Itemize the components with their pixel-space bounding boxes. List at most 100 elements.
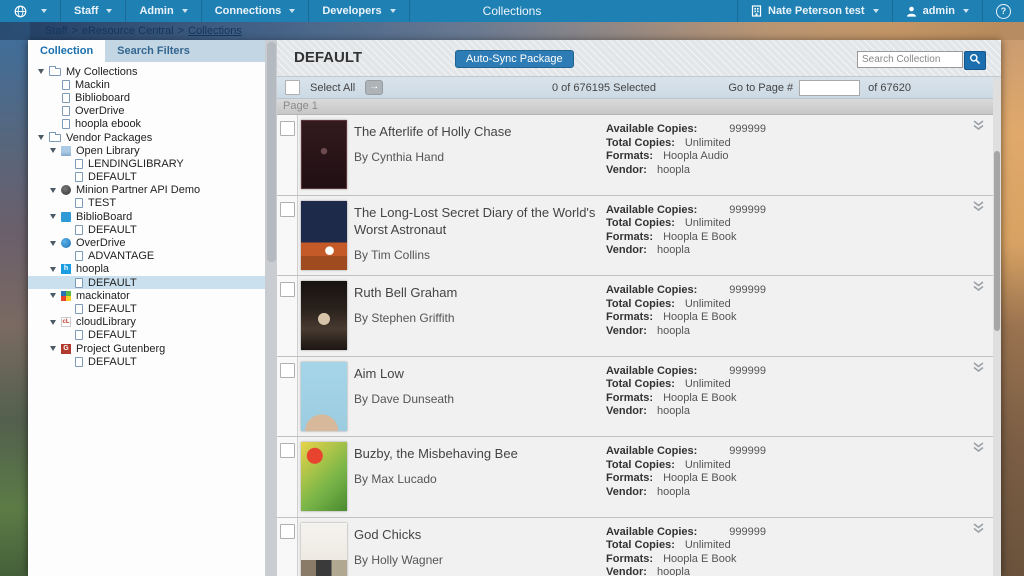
book-cover xyxy=(301,522,347,576)
main-scrollbar-thumb[interactable] xyxy=(994,151,1000,331)
breadcrumb-staff[interactable]: Staff xyxy=(45,25,67,37)
expand-chevron-icon[interactable] xyxy=(972,279,985,297)
tree-item-vendor-packages[interactable]: Vendor Packages xyxy=(28,131,265,144)
tree-item-minion-partner[interactable]: Minion Partner API Demo xyxy=(28,184,265,197)
tree-item-default-openlibrary[interactable]: DEFAULT xyxy=(28,171,265,184)
chevron-down-icon xyxy=(106,9,113,13)
tree-item-mackin[interactable]: Mackin xyxy=(28,78,265,91)
tree-item-biblioboard-vendor[interactable]: BiblioBoard xyxy=(28,210,265,223)
selected-summary: 0 of 676195 Selected xyxy=(552,81,656,94)
expand-chevron-icon[interactable] xyxy=(972,521,985,539)
page-divider: Page 1 xyxy=(277,99,1001,115)
menu-developers[interactable]: Developers xyxy=(309,0,410,22)
tree-item-test[interactable]: TEST xyxy=(28,197,265,210)
tree-item-biblioboard-coll[interactable]: Biblioboard xyxy=(28,91,265,104)
tree-item-default-hoopla-selected[interactable]: DEFAULT xyxy=(28,276,265,290)
collection-tree: My Collections Mackin Biblioboard OverDr… xyxy=(28,62,265,368)
expand-arrow-icon[interactable] xyxy=(50,293,56,299)
tree-item-default-mackinator[interactable]: DEFAULT xyxy=(28,302,265,315)
row-checkbox[interactable] xyxy=(280,443,295,458)
user-menu[interactable]: admin xyxy=(891,0,982,22)
book-row: The Long-Lost Secret Diary of the World'… xyxy=(277,195,1001,276)
tree-item-project-gutenberg[interactable]: Project Gutenberg xyxy=(28,342,265,355)
tree-item-default-cloudlibrary[interactable]: DEFAULT xyxy=(28,329,265,342)
sidebar-scrollbar[interactable] xyxy=(265,40,277,576)
collection-title: DEFAULT xyxy=(294,49,363,66)
breadcrumb-eresource-central[interactable]: eResource Central xyxy=(82,25,174,37)
book-title: Ruth Bell Graham xyxy=(354,285,458,300)
tab-search-filters[interactable]: Search Filters xyxy=(105,40,202,62)
tree-item-advantage[interactable]: ADVANTAGE xyxy=(28,250,265,263)
menu-staff[interactable]: Staff xyxy=(61,0,127,22)
search-icon xyxy=(969,52,981,70)
expand-arrow-icon[interactable] xyxy=(38,69,44,75)
minion-globe-icon xyxy=(61,185,71,196)
tree-item-hoopla-vendor[interactable]: hoopla xyxy=(28,263,265,276)
book-title: The Long-Lost Secret Diary of the World'… xyxy=(354,204,596,237)
tree-item-lendinglibrary[interactable]: LENDINGLIBRARY xyxy=(28,157,265,170)
openlibrary-icon xyxy=(61,145,71,156)
expand-arrow-icon[interactable] xyxy=(50,240,56,246)
expand-arrow-icon[interactable] xyxy=(38,135,44,141)
row-checkbox[interactable] xyxy=(280,121,295,136)
expand-chevron-icon[interactable] xyxy=(972,440,985,458)
book-row: Buzby, the Misbehaving Bee By Max Lucado… xyxy=(277,437,1001,518)
tree-item-open-library[interactable]: Open Library xyxy=(28,144,265,157)
tree-item-my-collections[interactable]: My Collections xyxy=(28,65,265,78)
help-button[interactable] xyxy=(982,0,1024,22)
tree-item-overdrive-coll[interactable]: OverDrive xyxy=(28,105,265,118)
top-navigation-bar: Staff Admin Connections Developers Colle… xyxy=(0,0,1024,22)
row-checkbox[interactable] xyxy=(280,201,295,217)
biblioboard-icon xyxy=(61,211,71,222)
chevron-down-icon xyxy=(872,9,879,13)
breadcrumb-bar: Staff > eResource Central > Collections xyxy=(0,22,1024,40)
tree-item-overdrive-vendor[interactable]: OverDrive xyxy=(28,236,265,249)
row-checkbox[interactable] xyxy=(280,362,295,378)
book-author: By Cynthia Hand xyxy=(354,150,445,164)
sidebar-scrollbar-thumb[interactable] xyxy=(266,42,276,262)
search-button[interactable] xyxy=(964,51,986,70)
menu-connections[interactable]: Connections xyxy=(202,0,310,22)
org-selector[interactable]: Nate Peterson test xyxy=(737,0,892,22)
document-icon xyxy=(62,79,70,90)
sidebar: Collection Search Filters My Collections… xyxy=(28,40,265,576)
book-author: By Tim Collins xyxy=(354,247,431,262)
expand-arrow-icon[interactable] xyxy=(50,214,56,220)
breadcrumb-collections[interactable]: Collections xyxy=(188,25,242,37)
expand-chevron-icon[interactable] xyxy=(972,118,985,136)
expand-arrow-icon[interactable] xyxy=(50,148,56,154)
book-list: The Afterlife of Holly Chase By Cynthia … xyxy=(277,115,1001,576)
tree-item-default-gutenberg[interactable]: DEFAULT xyxy=(28,355,265,368)
chevron-down-icon xyxy=(389,9,396,13)
home-menu[interactable] xyxy=(0,0,61,22)
search-input[interactable] xyxy=(857,51,963,68)
book-title: The Afterlife of Holly Chase xyxy=(354,124,512,139)
expand-chevron-icon[interactable] xyxy=(972,199,985,217)
expand-arrow-icon[interactable] xyxy=(50,346,56,352)
tree-item-cloudlibrary[interactable]: cloudLibrary xyxy=(28,316,265,329)
tab-collection[interactable]: Collection xyxy=(28,40,106,62)
tree-item-mackinator[interactable]: mackinator xyxy=(28,289,265,302)
book-metadata: Available Copies: 999999 Total Copies: Unl… xyxy=(606,284,767,337)
expand-arrow-icon[interactable] xyxy=(50,266,56,272)
auto-sync-package-button[interactable]: Auto-Sync Package xyxy=(455,50,574,68)
menu-admin[interactable]: Admin xyxy=(126,0,202,22)
book-metadata: Available Copies: 999999 Total Copies: Unl… xyxy=(606,364,767,418)
wallpaper-right xyxy=(1000,22,1024,576)
help-icon xyxy=(996,3,1011,19)
document-icon xyxy=(75,277,83,288)
row-checkbox[interactable] xyxy=(280,282,295,297)
expand-arrow-icon[interactable] xyxy=(50,319,56,325)
main-scrollbar[interactable] xyxy=(993,77,1001,576)
expand-arrow-icon[interactable] xyxy=(50,187,56,193)
row-checkbox[interactable] xyxy=(280,523,295,539)
chevron-down-icon xyxy=(181,9,188,13)
tree-item-hoopla-ebook[interactable]: hoopla ebook xyxy=(28,118,265,131)
document-icon xyxy=(62,119,70,130)
book-cover xyxy=(301,281,347,350)
tree-item-default-biblioboard[interactable]: DEFAULT xyxy=(28,223,265,236)
expand-chevron-icon[interactable] xyxy=(972,360,985,378)
document-icon xyxy=(75,158,83,169)
book-metadata: Available Copies: 999999 Total Copies: Unl… xyxy=(606,445,767,498)
document-icon xyxy=(75,224,83,235)
